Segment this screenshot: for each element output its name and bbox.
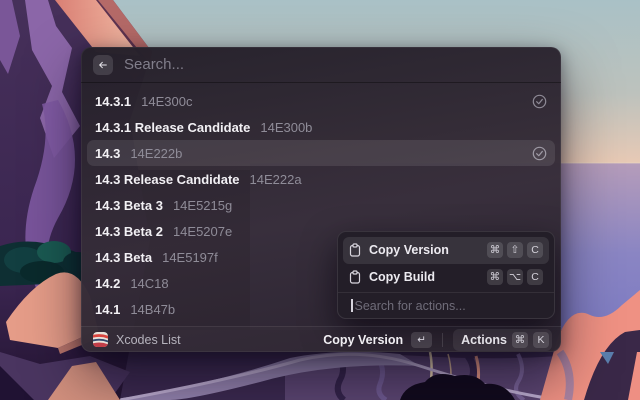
actions-search-placeholder: Search for actions...: [354, 298, 466, 313]
command-key: ⌘: [486, 268, 503, 285]
clipboard-icon: [349, 270, 361, 284]
list-item-selected[interactable]: 14.3 14E222b: [87, 140, 555, 166]
version-label: 14.3: [95, 145, 121, 161]
return-key: ↵: [411, 331, 433, 348]
check-circle-icon: [532, 146, 547, 161]
xcodes-app-icon: [93, 332, 108, 347]
build-label: 14E222b: [130, 145, 183, 161]
search-bar: Search...: [81, 47, 561, 83]
list-item[interactable]: 14.3 Beta 3 14E5215g: [87, 192, 555, 218]
shift-key: ⇧: [507, 242, 523, 259]
version-label: 14.3 Beta: [95, 249, 153, 265]
text-caret: [351, 299, 353, 313]
command-key: ⌘: [512, 331, 528, 348]
list-item[interactable]: 14.3.1 14E300c: [87, 88, 555, 114]
build-label: 14E300b: [260, 119, 313, 135]
version-label: 14.2: [95, 275, 121, 291]
launcher-window: Search... 14.3.1 14E300c 14.3.1 Release …: [81, 47, 561, 352]
clipboard-icon: [349, 243, 361, 257]
build-label: 14E300c: [141, 93, 193, 109]
shortcut-keys: ⌘ ⌥ C: [486, 268, 543, 285]
back-button[interactable]: [93, 54, 113, 75]
action-item-copy-build[interactable]: Copy Build ⌘ ⌥ C: [343, 264, 549, 291]
build-label: 14E5215g: [172, 197, 233, 213]
build-label: 14B47b: [130, 301, 176, 317]
check-circle-icon: [532, 94, 547, 109]
version-label: 14.3 Beta 3: [95, 197, 163, 213]
actions-button-label: Actions: [461, 332, 507, 347]
build-label: 14E5197f: [162, 249, 218, 265]
search-input[interactable]: Search...: [124, 56, 549, 73]
version-label: 14.3.1: [95, 93, 132, 109]
version-label: 14.3 Release Candidate: [95, 171, 240, 187]
list-item[interactable]: 14.3 Release Candidate 14E222a: [87, 166, 555, 192]
version-label: 14.1: [95, 301, 121, 317]
arrow-left-icon: [99, 61, 107, 68]
version-label: 14.3.1 Release Candidate: [95, 119, 251, 135]
actions-button[interactable]: Actions ⌘ K: [453, 328, 552, 351]
build-label: 14C18: [130, 275, 169, 291]
action-label: Copy Build: [369, 269, 435, 284]
app-name-label: Xcodes List: [116, 332, 181, 347]
version-label: 14.3 Beta 2: [95, 223, 163, 239]
shortcut-keys: ⌘ ⇧ C: [487, 242, 543, 259]
c-key: C: [527, 268, 543, 285]
command-key: ⌘: [487, 242, 503, 259]
action-label: Copy Version: [369, 243, 449, 258]
divider: [442, 332, 444, 347]
actions-popover: Copy Version ⌘ ⇧ C Copy Build ⌘ ⌥ C Sear…: [337, 231, 555, 319]
c-key: C: [527, 242, 543, 259]
primary-action-label[interactable]: Copy Version: [323, 333, 403, 347]
build-label: 14E222a: [249, 171, 302, 187]
action-item-copy-version[interactable]: Copy Version ⌘ ⇧ C: [343, 237, 549, 264]
actions-search-input[interactable]: Search for actions...: [343, 293, 549, 318]
build-label: 14E5207e: [172, 223, 233, 239]
footer-bar: Xcodes List Copy Version ↵ Actions ⌘ K: [81, 326, 561, 352]
list-item[interactable]: 14.3.1 Release Candidate 14E300b: [87, 114, 555, 140]
k-key: K: [533, 331, 549, 348]
option-key: ⌥: [506, 268, 523, 285]
